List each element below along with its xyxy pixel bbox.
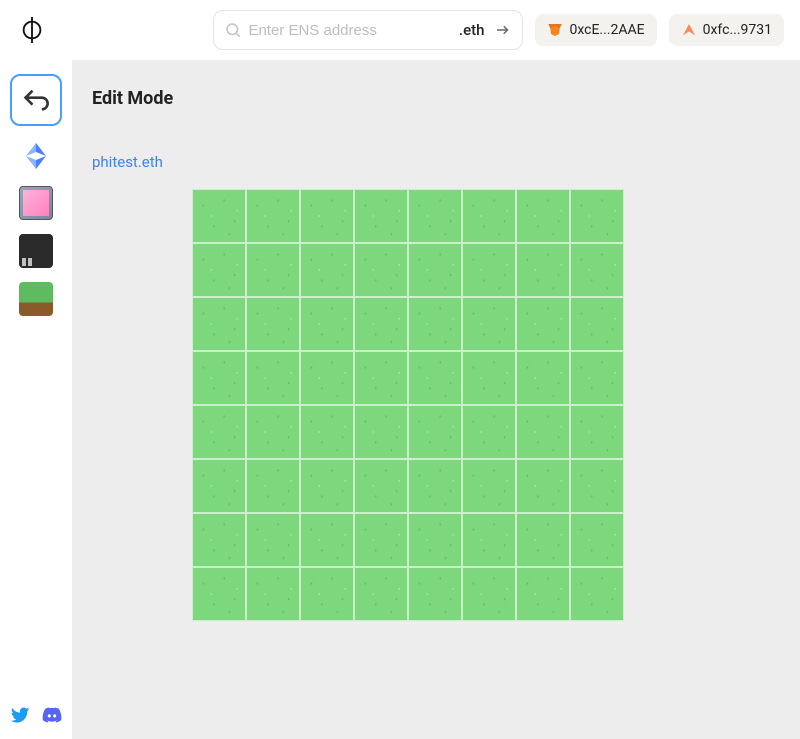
argent-icon <box>681 22 697 38</box>
grid-tile[interactable] <box>354 351 408 405</box>
grid-tile[interactable] <box>246 513 300 567</box>
search-icon <box>224 21 242 39</box>
grid-tile[interactable] <box>570 459 624 513</box>
wallet-pill-0[interactable]: 0xcE...2AAE <box>535 14 656 46</box>
grid-tile[interactable] <box>192 567 246 621</box>
sidebar <box>0 60 72 739</box>
arrow-right-icon[interactable] <box>494 21 512 39</box>
grid-tile[interactable] <box>300 189 354 243</box>
grid-tile[interactable] <box>516 567 570 621</box>
grid-tile[interactable] <box>354 243 408 297</box>
grid-tile[interactable] <box>408 297 462 351</box>
grid-tile[interactable] <box>462 459 516 513</box>
grid-tile[interactable] <box>462 297 516 351</box>
grid-tile[interactable] <box>462 189 516 243</box>
grid-tile[interactable] <box>192 351 246 405</box>
search-suffix: .eth <box>459 21 485 39</box>
sidebar-item-asset-1[interactable] <box>19 186 53 220</box>
grid-tile[interactable] <box>354 405 408 459</box>
grid-tile[interactable] <box>408 243 462 297</box>
grid-tile[interactable] <box>300 297 354 351</box>
wallet-label: 0xcE...2AAE <box>569 22 644 38</box>
grid-tile[interactable] <box>516 297 570 351</box>
grid-tile[interactable] <box>246 351 300 405</box>
grid-tile[interactable] <box>408 405 462 459</box>
grid-tile[interactable] <box>300 243 354 297</box>
grid-tile[interactable] <box>192 243 246 297</box>
page-title: Edit Mode <box>92 88 800 109</box>
sidebar-social <box>0 705 72 725</box>
land-grid[interactable] <box>192 189 624 621</box>
grid-tile[interactable] <box>246 405 300 459</box>
grid-tile[interactable] <box>516 243 570 297</box>
grid-tile[interactable] <box>570 189 624 243</box>
grid-tile[interactable] <box>300 567 354 621</box>
grid-tile[interactable] <box>570 405 624 459</box>
grid-tile[interactable] <box>300 459 354 513</box>
sidebar-item-asset-2[interactable] <box>19 234 53 268</box>
grid-tile[interactable] <box>516 189 570 243</box>
grid-tile[interactable] <box>354 513 408 567</box>
grid-tile[interactable] <box>192 297 246 351</box>
grid-tile[interactable] <box>570 243 624 297</box>
grid-tile[interactable] <box>570 513 624 567</box>
content-area: Edit Mode phitest.eth <box>72 60 800 739</box>
grid-tile[interactable] <box>516 459 570 513</box>
grid-tile[interactable] <box>246 459 300 513</box>
phi-logo <box>16 14 48 46</box>
sidebar-item-ethereum[interactable] <box>20 140 52 172</box>
grid-tile[interactable] <box>354 459 408 513</box>
grid-tile[interactable] <box>192 189 246 243</box>
top-bar: .eth 0xcE...2AAE 0xfc...9731 <box>0 0 800 60</box>
grid-tile[interactable] <box>354 567 408 621</box>
grid-tile[interactable] <box>192 459 246 513</box>
grid-tile[interactable] <box>462 243 516 297</box>
grid-tile[interactable] <box>354 297 408 351</box>
grid-tile[interactable] <box>516 513 570 567</box>
grid-tile[interactable] <box>300 351 354 405</box>
wallet-pill-1[interactable]: 0xfc...9731 <box>669 14 784 46</box>
discord-icon[interactable] <box>42 705 62 725</box>
grid-tile[interactable] <box>246 567 300 621</box>
grid-tile[interactable] <box>408 351 462 405</box>
grid-tile[interactable] <box>408 513 462 567</box>
grid-tile[interactable] <box>246 189 300 243</box>
ens-search[interactable]: .eth <box>213 10 523 50</box>
grid-tile[interactable] <box>462 405 516 459</box>
grid-tile[interactable] <box>570 351 624 405</box>
grid-tile[interactable] <box>408 459 462 513</box>
back-button[interactable] <box>10 74 62 126</box>
main: Edit Mode phitest.eth <box>0 60 800 739</box>
search-input[interactable] <box>248 22 452 39</box>
grid-tile[interactable] <box>516 405 570 459</box>
grid-tile[interactable] <box>192 405 246 459</box>
grid-tile[interactable] <box>408 189 462 243</box>
grid-tile[interactable] <box>570 297 624 351</box>
grid-tile[interactable] <box>300 513 354 567</box>
ens-name: phitest.eth <box>92 153 800 171</box>
grid-tile[interactable] <box>570 567 624 621</box>
grid-tile[interactable] <box>408 567 462 621</box>
grid-tile[interactable] <box>516 351 570 405</box>
twitter-icon[interactable] <box>10 705 30 725</box>
grid-tile[interactable] <box>246 297 300 351</box>
sidebar-item-grass[interactable] <box>19 282 53 316</box>
metamask-icon <box>547 22 563 38</box>
grid-tile[interactable] <box>300 405 354 459</box>
wallet-label: 0xfc...9731 <box>703 22 772 38</box>
grid-tile[interactable] <box>462 567 516 621</box>
grid-tile[interactable] <box>246 243 300 297</box>
grid-tile[interactable] <box>462 351 516 405</box>
grid-tile[interactable] <box>462 513 516 567</box>
grid-tile[interactable] <box>354 189 408 243</box>
grid-tile[interactable] <box>192 513 246 567</box>
